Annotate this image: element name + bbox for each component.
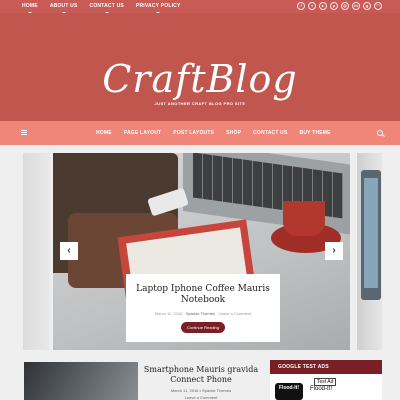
slide-date: March 11, 2016: [154, 311, 183, 316]
top-nav: HOME ABOUT US CONTACT US PRIVACY POLICY: [22, 3, 181, 16]
slide-meta: March 11, 2016 · Sparkle Themes · Leave …: [126, 311, 280, 316]
top-nav-contact-label: CONTACT US: [89, 3, 124, 9]
slide-preview-left: [23, 153, 50, 350]
tablet-image: [361, 170, 381, 300]
ad-app-icon[interactable]: Flood-It!: [275, 383, 303, 400]
facebook-icon[interactable]: f: [297, 2, 305, 10]
slide-author[interactable]: Sparkle Themes: [186, 311, 215, 316]
top-nav-privacy-label: PRIVACY POLICY: [135, 3, 181, 9]
search-icon[interactable]: [377, 130, 383, 136]
continue-reading-button[interactable]: Continue Reading: [180, 322, 226, 333]
menu-icon[interactable]: [21, 130, 27, 135]
slide-caption: Laptop Iphone Coffee Mauris Notebook Mar…: [126, 274, 280, 342]
social-links: f t ▸ p ◎ in g ◠: [297, 2, 382, 10]
top-nav-about[interactable]: ABOUT US: [49, 3, 78, 16]
slide-title[interactable]: Laptop Iphone Coffee Mauris Notebook: [126, 284, 280, 306]
top-nav-home-label: HOME: [22, 3, 38, 9]
slider-next-button[interactable]: ›: [325, 242, 343, 260]
site-logo[interactable]: CraftBlog: [0, 57, 400, 101]
test-ad-label: Test Ad: [314, 378, 337, 386]
nav-item-home[interactable]: HOME: [96, 130, 112, 136]
instagram-icon[interactable]: ◎: [341, 2, 349, 10]
ad-app-name[interactable]: Flood-It!: [310, 386, 332, 392]
nav-item-buy-theme[interactable]: BUY THEME: [300, 130, 331, 136]
slide-comments[interactable]: Leave a Comment: [219, 311, 252, 316]
post-comments[interactable]: Leave a Comment: [142, 395, 260, 400]
site-tagline: JUST ANOTHER CRAFT BLOG PRO SITE: [154, 101, 246, 106]
main-nav: HOME PAGE LAYOUT POST LAYOUTS SHOP CONTA…: [0, 121, 400, 145]
nav-item-contact[interactable]: CONTACT US: [253, 130, 287, 136]
pinterest-icon[interactable]: p: [330, 2, 338, 10]
post-title[interactable]: Smartphone Mauris gravida Connect Phone: [142, 365, 260, 385]
meta-separator: ·: [183, 311, 185, 316]
twitter-icon[interactable]: t: [308, 2, 316, 10]
widget-title: GOOGLE TEST ADS: [270, 360, 382, 374]
top-nav-privacy[interactable]: PRIVACY POLICY: [135, 3, 181, 16]
meta-separator: ·: [216, 311, 218, 316]
top-bar: HOME ABOUT US CONTACT US PRIVACY POLICY …: [0, 0, 400, 16]
post-meta: March 11, 2016 • Sparkle Themes: [142, 388, 260, 393]
linkedin-icon[interactable]: in: [352, 2, 360, 10]
top-nav-about-label: ABOUT US: [49, 3, 78, 9]
rss-icon[interactable]: ◠: [374, 2, 382, 10]
youtube-icon[interactable]: ▸: [319, 2, 327, 10]
post-thumbnail[interactable]: [24, 362, 138, 400]
main-nav-links: HOME PAGE LAYOUT POST LAYOUTS SHOP CONTA…: [96, 130, 331, 136]
nav-item-shop[interactable]: SHOP: [226, 130, 241, 136]
nav-item-page-layout[interactable]: PAGE LAYOUT: [124, 130, 161, 136]
nav-item-post-layouts[interactable]: POST LAYOUTS: [173, 130, 214, 136]
top-nav-home[interactable]: HOME: [22, 3, 38, 16]
coffee-cup-image: [283, 201, 325, 236]
top-nav-contact[interactable]: CONTACT US: [89, 3, 124, 16]
post-author[interactable]: • Sparkle Themes: [200, 388, 232, 393]
site-header: CraftBlog JUST ANOTHER CRAFT BLOG PRO SI…: [0, 13, 400, 121]
slider-prev-button[interactable]: ‹: [60, 242, 78, 260]
post-date: March 11, 2016: [170, 388, 199, 393]
google-plus-icon[interactable]: g: [363, 2, 371, 10]
